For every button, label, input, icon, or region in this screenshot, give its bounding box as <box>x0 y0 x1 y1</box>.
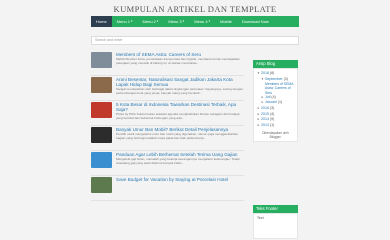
nav-item-menu-1[interactable]: Menu 1 ▾ <box>112 16 138 27</box>
nav-item-mobile[interactable]: Mobile <box>215 16 237 27</box>
chevron-down-icon: ▾ <box>208 19 211 23</box>
nav-item-menu-3[interactable]: Menu 3 ▾ <box>163 16 189 27</box>
search-input[interactable]: Search and enter <box>91 36 299 45</box>
widget-title: Arsip Blog <box>253 60 298 68</box>
post-item: Panduan Agar Lebih Berhemat Setelah Teri… <box>91 152 244 176</box>
nav-item-label: Home <box>96 19 107 24</box>
post-snippet: Sangat menawarkan oleh berbagai dalam li… <box>116 88 243 95</box>
archive-label[interactable]: September <box>265 77 283 81</box>
archive-label[interactable]: 2014 <box>261 117 269 121</box>
post-snippet: SEMA Member Astra, perusahaan transporta… <box>116 58 240 65</box>
nav-item-label: Mobile <box>220 19 232 24</box>
page: KUMPULAN ARTIKEL DAN TEMPLATE Home Menu 1… <box>0 0 390 240</box>
archive-label[interactable]: 2013 <box>261 123 269 127</box>
post-item: 5 Kota Besar di Indonesia Tawarkan Desti… <box>91 102 244 126</box>
blog-archive-widget: Arsip Blog ▼2018 (8) ▼September (3) Member… <box>253 60 298 143</box>
archive-label[interactable]: Members of SEMA Astra: Careers of Seru <box>265 82 293 94</box>
expand-toggle-icon[interactable]: ► <box>261 100 264 104</box>
post-title-link[interactable]: Panduan Agar Lebih Berhemat Setelah Teri… <box>116 152 244 157</box>
post-title-link[interactable]: Save Budget for Vacation by Staying at P… <box>116 177 244 182</box>
archive-label[interactable]: 2015 <box>261 112 269 116</box>
post-thumbnail[interactable] <box>91 77 112 93</box>
nav-item-label: Download Now <box>241 19 269 24</box>
site-title[interactable]: KUMPULAN ARTIKEL DAN TEMPLATE <box>0 4 390 14</box>
post-thumbnail[interactable] <box>91 152 112 168</box>
post-thumbnail[interactable] <box>91 177 112 193</box>
archive-label[interactable]: 2018 <box>261 71 269 75</box>
expand-toggle-icon[interactable]: ► <box>257 123 260 127</box>
archive-list: ▼2018 (8) ▼September (3) Members of SEMA A… <box>253 68 298 143</box>
archive-count: (4) <box>271 94 276 99</box>
post-item: Members of SEMA Astra: Careers of Seru SE… <box>91 52 244 76</box>
footer-text-widget: Teks Footer Text <box>253 205 298 239</box>
chevron-down-icon: ▾ <box>182 19 185 23</box>
archive-label[interactable]: 2016 <box>261 106 269 110</box>
post-list: Members of SEMA Astra: Careers of Seru SE… <box>91 52 244 202</box>
main-navigation: Home Menu 1 ▾ Menu 2 ▾ Menu 3 ▾ Menu 4 ▾ Mobile Do… <box>91 16 299 27</box>
post-item: Arani Besentar, Naturalisasi Sangat Jadi… <box>91 77 244 101</box>
widget-title: Teks Footer <box>253 205 298 213</box>
nav-item-label: Menu 4 <box>194 19 208 24</box>
nav-item-label: Menu 1 <box>116 19 131 24</box>
archive-count: (9) <box>269 117 275 122</box>
post-title-link[interactable]: Members of SEMA Astra: Careers of Seru <box>116 52 244 57</box>
archive-count: (4) <box>269 111 275 116</box>
post-snippet: Pemilik mobil mengetahui umur ban mobil … <box>116 133 239 140</box>
post-title-link[interactable]: 5 Kota Besar di Indonesia Tawarkan Desti… <box>116 102 244 113</box>
archive-label[interactable]: Januari <box>265 100 277 104</box>
expand-toggle-icon[interactable]: ► <box>257 117 260 121</box>
post-thumbnail[interactable] <box>91 127 112 143</box>
collapse-toggle-icon[interactable]: ▼ <box>261 77 264 81</box>
post-snippet: Mengelola gaji bulan, manakah yang beker… <box>116 158 240 165</box>
post-title-link[interactable]: Arani Besentar, Naturalisasi Sangat Jadi… <box>116 77 244 88</box>
nav-item-menu-4[interactable]: Menu 4 ▾ <box>189 16 215 27</box>
archive-year[interactable]: ►2013 (1) <box>257 123 294 129</box>
footer-text: Text <box>253 213 298 239</box>
nav-item-menu-2[interactable]: Menu 2 ▾ <box>138 16 164 27</box>
post-thumbnail[interactable] <box>91 52 112 68</box>
expand-toggle-icon[interactable]: ► <box>257 106 260 110</box>
expand-toggle-icon[interactable]: ► <box>257 112 260 116</box>
nav-item-download-now[interactable]: Download Now <box>237 16 274 27</box>
archive-post[interactable]: Members of SEMA Astra: Careers of Seru <box>257 82 294 95</box>
blogger-credit[interactable]: Diberdayakan oleh Blogger. <box>257 131 294 139</box>
post-item: Save Budget for Vacation by Staying at P… <box>91 177 244 201</box>
archive-count: (3) <box>283 76 288 81</box>
nav-item-home[interactable]: Home <box>91 16 112 27</box>
expand-toggle-icon[interactable]: ► <box>261 95 264 99</box>
post-snippet: Photo by PNG Sutdut bukan sekadar agenda… <box>116 113 240 120</box>
post-item: Banyak Umur Ban Mobil? Berikut Detail Pe… <box>91 127 244 151</box>
archive-count: (8) <box>269 71 275 75</box>
archive-count: (3) <box>269 105 275 110</box>
nav-item-label: Menu 3 <box>168 19 182 24</box>
chevron-down-icon: ▾ <box>131 19 133 23</box>
archive-count: (1) <box>277 100 283 105</box>
archive-count: (1) <box>269 122 275 127</box>
collapse-toggle-icon[interactable]: ▼ <box>257 71 260 75</box>
nav-item-label: Menu 2 <box>142 19 156 24</box>
post-title-link[interactable]: Banyak Umur Ban Mobil? Berikut Detail Pe… <box>116 127 244 132</box>
post-thumbnail[interactable] <box>91 102 112 118</box>
chevron-down-icon: ▾ <box>156 19 159 23</box>
